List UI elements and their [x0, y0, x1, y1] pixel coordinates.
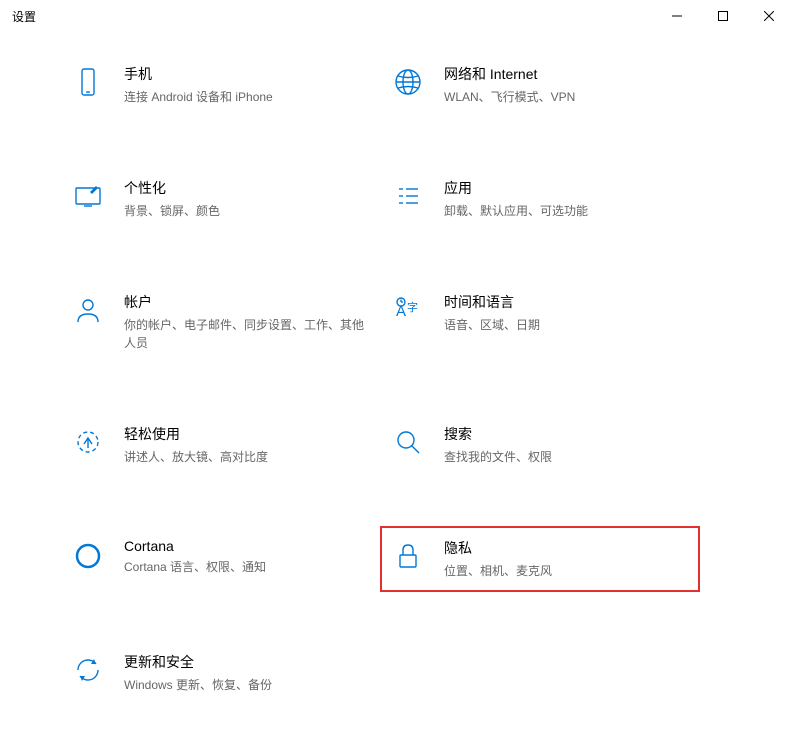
category-title: 更新和安全	[124, 652, 370, 672]
categories-grid: 手机连接 Android 设备和 iPhone 网络和 Internet WLAN、…	[60, 52, 732, 754]
close-icon	[764, 11, 774, 21]
category-desc: 背景、锁屏、颜色	[124, 202, 370, 220]
category-desc: 讲述人、放大镜、高对比度	[124, 448, 370, 466]
update-icon	[70, 652, 106, 688]
category-desc: 你的帐户、电子邮件、同步设置、工作、其他人员	[124, 316, 370, 352]
cortana-icon	[70, 538, 106, 574]
window-controls	[654, 0, 792, 32]
category-item[interactable]: 个性化背景、锁屏、颜色	[60, 166, 380, 232]
titlebar: 设置	[0, 0, 792, 32]
category-text: 应用卸载、默认应用、可选功能	[444, 178, 690, 220]
category-title: 时间和语言	[444, 292, 690, 312]
settings-content: 手机连接 Android 设备和 iPhone 网络和 Internet WLAN、…	[0, 32, 792, 754]
category-title: 帐户	[124, 292, 370, 312]
category-item[interactable]: 时间和语言语音、区域、日期	[380, 280, 700, 364]
search-icon	[390, 424, 426, 460]
category-text: 搜索查找我的文件、权限	[444, 424, 690, 466]
category-item[interactable]: 网络和 Internet WLAN、飞行模式、VPN	[380, 52, 700, 118]
category-title: 搜索	[444, 424, 690, 444]
close-button[interactable]	[746, 0, 792, 32]
category-desc: 连接 Android 设备和 iPhone	[124, 88, 370, 106]
category-title: 应用	[444, 178, 690, 198]
category-title: 网络和 Internet	[444, 64, 690, 84]
category-text: Cortana Cortana 语言、权限、通知	[124, 538, 370, 576]
category-desc: 卸载、默认应用、可选功能	[444, 202, 690, 220]
category-desc: Windows 更新、恢复、备份	[124, 676, 370, 694]
category-text: 更新和安全 Windows 更新、恢复、备份	[124, 652, 370, 694]
category-desc: WLAN、飞行模式、VPN	[444, 88, 690, 106]
category-item[interactable]: 更新和安全 Windows 更新、恢复、备份	[60, 640, 380, 706]
category-item[interactable]: 手机连接 Android 设备和 iPhone	[60, 52, 380, 118]
category-desc: Cortana 语言、权限、通知	[124, 558, 370, 576]
category-item[interactable]: 轻松使用讲述人、放大镜、高对比度	[60, 412, 380, 478]
phone-icon	[70, 64, 106, 100]
category-desc: 语音、区域、日期	[444, 316, 690, 334]
category-text: 手机连接 Android 设备和 iPhone	[124, 64, 370, 106]
minimize-button[interactable]	[654, 0, 700, 32]
category-title: 个性化	[124, 178, 370, 198]
category-title: 手机	[124, 64, 370, 84]
maximize-icon	[718, 11, 728, 21]
category-text: 隐私位置、相机、麦克风	[444, 538, 690, 580]
category-item[interactable]: 应用卸载、默认应用、可选功能	[380, 166, 700, 232]
minimize-icon	[672, 11, 682, 21]
category-text: 个性化背景、锁屏、颜色	[124, 178, 370, 220]
maximize-button[interactable]	[700, 0, 746, 32]
category-text: 轻松使用讲述人、放大镜、高对比度	[124, 424, 370, 466]
time-lang-icon	[390, 292, 426, 328]
category-text: 网络和 Internet WLAN、飞行模式、VPN	[444, 64, 690, 106]
category-title: 轻松使用	[124, 424, 370, 444]
category-title: 隐私	[444, 538, 690, 558]
category-item[interactable]: Cortana Cortana 语言、权限、通知	[60, 526, 380, 592]
account-icon	[70, 292, 106, 328]
category-title: Cortana	[124, 538, 370, 554]
category-item[interactable]: 隐私位置、相机、麦克风	[380, 526, 700, 592]
category-item[interactable]: 帐户你的帐户、电子邮件、同步设置、工作、其他人员	[60, 280, 380, 364]
category-text: 帐户你的帐户、电子邮件、同步设置、工作、其他人员	[124, 292, 370, 352]
category-item[interactable]: 搜索查找我的文件、权限	[380, 412, 700, 478]
window-title: 设置	[12, 8, 36, 25]
ease-icon	[70, 424, 106, 460]
globe-icon	[390, 64, 426, 100]
privacy-icon	[390, 538, 426, 574]
category-desc: 查找我的文件、权限	[444, 448, 690, 466]
category-desc: 位置、相机、麦克风	[444, 562, 690, 580]
apps-icon	[390, 178, 426, 214]
category-text: 时间和语言语音、区域、日期	[444, 292, 690, 334]
personalize-icon	[70, 178, 106, 214]
